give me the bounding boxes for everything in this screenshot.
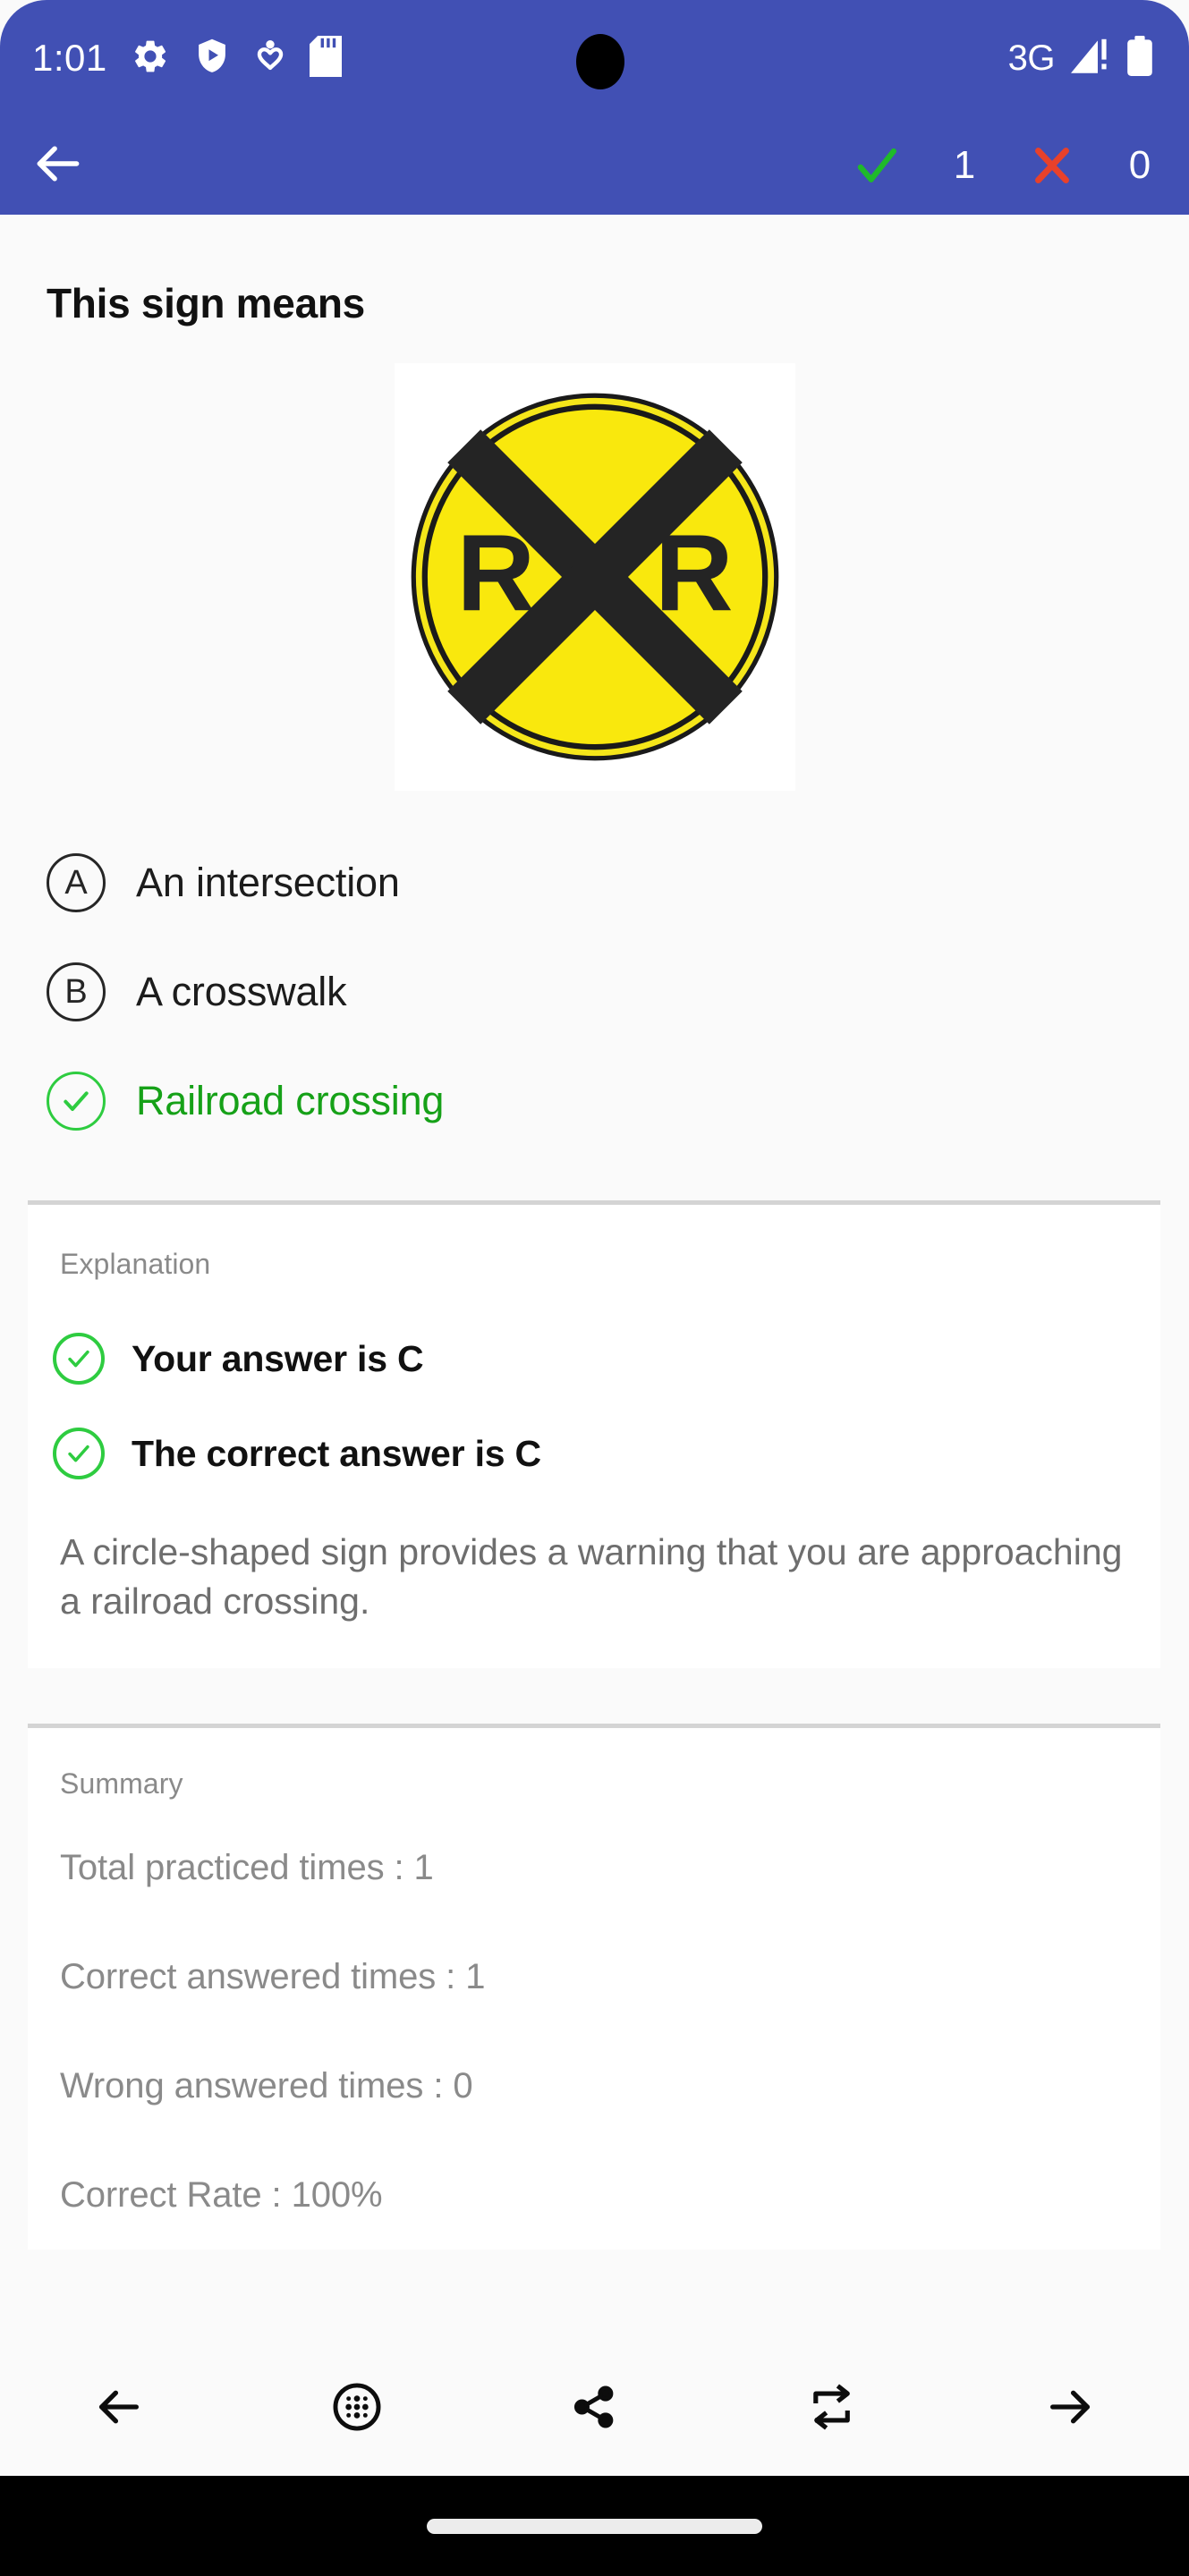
summary-correct-rate: Correct Rate : 100% [60, 2174, 383, 2215]
score-group: 1 0 [838, 140, 1189, 191]
content-scroll-area[interactable]: This sign means R R A An intersection B … [0, 215, 1189, 2397]
status-bar-right: 3G [1007, 35, 1153, 81]
repeat-icon [807, 2382, 857, 2436]
next-question-button[interactable] [951, 2342, 1189, 2476]
railroad-crossing-sign-icon: R R [408, 390, 782, 764]
check-icon [47, 1072, 106, 1131]
gesture-navigation-bar [0, 2476, 1189, 2576]
option-c[interactable]: Railroad crossing [47, 1046, 1189, 1156]
cross-icon [1014, 140, 1091, 191]
bottom-toolbar [0, 2342, 1189, 2476]
explanation-card: Explanation Your answer is C The correct… [28, 1200, 1160, 1669]
previous-question-button[interactable] [0, 2342, 238, 2476]
sd-card-icon [309, 35, 342, 81]
gesture-home-pill[interactable] [427, 2518, 762, 2534]
camera-punch-hole [576, 34, 624, 89]
answer-options: A An intersection B A crosswalk Railroad… [0, 828, 1189, 1156]
summary-total-practiced: Total practiced times : 1 [60, 1847, 434, 1887]
settings-gear-icon [131, 37, 170, 80]
share-button[interactable] [476, 2342, 714, 2476]
arrow-right-icon [1044, 2381, 1096, 2437]
wrong-count: 0 [1128, 143, 1151, 187]
app-bar: 1 0 [0, 116, 1189, 215]
svg-text:R: R [456, 513, 535, 634]
signal-bars-warning-icon [1069, 37, 1112, 80]
your-answer-row: Your answer is C [28, 1311, 1160, 1406]
play-protect-shield-icon [193, 37, 231, 80]
check-icon [838, 140, 915, 191]
phone-screen: 1:01 3G 1 0 This sign means R R A An int… [0, 0, 1189, 2576]
correct-answer-text: The correct answer is C [132, 1432, 541, 1474]
correct-answer-row: The correct answer is C [28, 1406, 1160, 1501]
question-title: This sign means [47, 280, 365, 326]
share-icon [569, 2382, 619, 2436]
option-a-badge: A [47, 853, 106, 912]
summary-correct-answered: Correct answered times : 1 [60, 1956, 486, 1996]
summary-card: Summary Total practiced times : 1 Correc… [28, 1724, 1160, 2250]
svg-text:R: R [655, 513, 734, 634]
option-a[interactable]: A An intersection [47, 828, 1189, 937]
option-c-label: Railroad crossing [136, 1078, 445, 1123]
your-answer-text: Your answer is C [132, 1337, 424, 1379]
battery-icon [1126, 35, 1153, 81]
status-bar-left: 1:01 [32, 35, 342, 81]
summary-label: Summary [60, 1767, 183, 1801]
check-icon [53, 1428, 105, 1479]
grid-dots-circle-icon [332, 2382, 382, 2436]
explanation-label: Explanation [60, 1248, 211, 1280]
status-clock: 1:01 [32, 37, 107, 79]
back-button[interactable] [0, 116, 116, 215]
correct-score-item[interactable]: 1 [838, 140, 1014, 191]
option-b-badge: B [47, 962, 106, 1021]
wrong-score-item[interactable]: 0 [1014, 140, 1189, 191]
network-type-label: 3G [1007, 38, 1056, 78]
summary-wrong-answered: Wrong answered times : 0 [60, 2065, 473, 2106]
arrow-left-icon [93, 2381, 145, 2437]
option-b-label: A crosswalk [136, 969, 347, 1014]
question-list-button[interactable] [238, 2342, 476, 2476]
repeat-button[interactable] [713, 2342, 951, 2476]
option-a-label: An intersection [136, 860, 400, 905]
option-b[interactable]: B A crosswalk [47, 937, 1189, 1046]
check-icon [53, 1333, 105, 1385]
question-image: R R [394, 363, 795, 791]
arrow-left-icon [30, 136, 86, 196]
explanation-body: A circle-shaped sign provides a warning … [60, 1531, 1123, 1622]
location-heart-icon [254, 37, 286, 80]
correct-count: 1 [953, 143, 976, 187]
